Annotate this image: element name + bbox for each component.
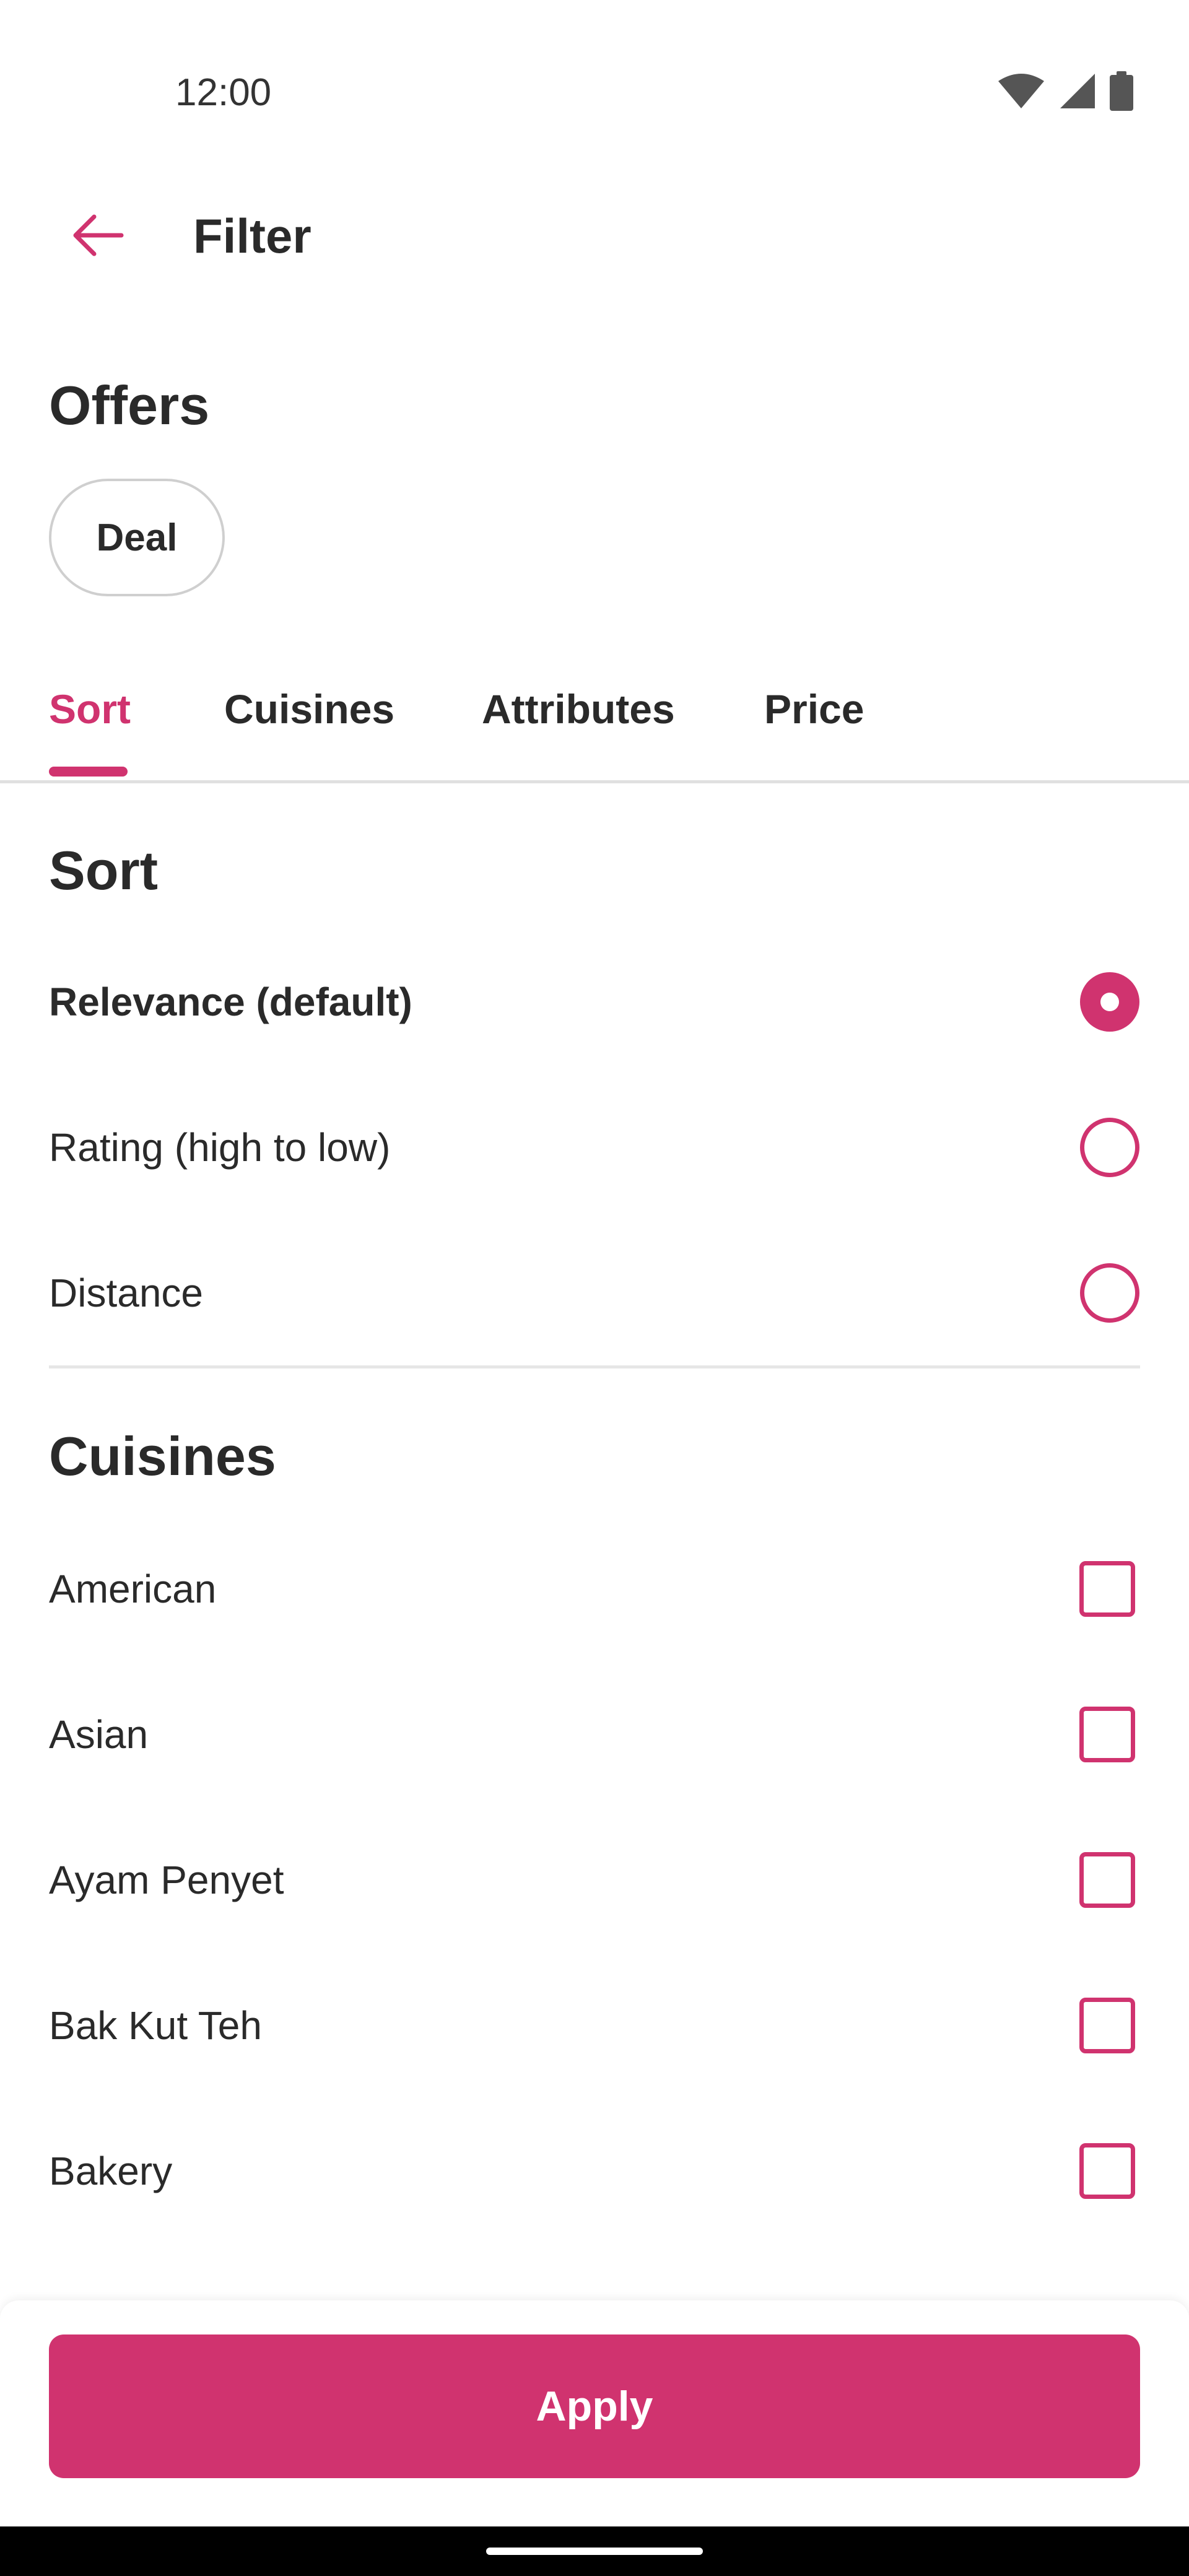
back-button[interactable]: [61, 198, 135, 272]
page-title: Filter: [193, 209, 311, 263]
checkbox[interactable]: [1079, 2143, 1135, 2199]
cuisine-option-ayam-penyet[interactable]: Ayam Penyet: [49, 1830, 1140, 1930]
cuisine-option-label: Bakery: [49, 2149, 173, 2193]
checkbox[interactable]: [1079, 1561, 1135, 1617]
cuisine-option-asian[interactable]: Asian: [49, 1685, 1140, 1784]
offers-heading: Offers: [49, 375, 210, 436]
status-icons: [997, 69, 1133, 113]
active-tab-indicator: [49, 767, 128, 777]
cuisine-option-label: Asian: [49, 1712, 149, 1757]
section-divider: [49, 1365, 1140, 1368]
tab-cuisines[interactable]: Cuisines: [224, 681, 394, 737]
radio-button-selected[interactable]: [1080, 972, 1139, 1032]
sort-option-label: Relevance (default): [49, 980, 412, 1024]
sort-option-relevance[interactable]: Relevance (default): [49, 952, 1140, 1051]
arrow-back-icon: [73, 214, 124, 256]
status-time: 12:00: [175, 71, 272, 114]
tab-divider: [0, 780, 1189, 783]
cuisine-option-label: American: [49, 1567, 217, 1611]
cuisine-option-bak-kut-teh[interactable]: Bak Kut Teh: [49, 1976, 1140, 2075]
sort-option-label: Distance: [49, 1271, 203, 1315]
cuisine-option-american[interactable]: American: [49, 1539, 1140, 1638]
radio-button[interactable]: [1080, 1263, 1139, 1323]
cuisines-heading: Cuisines: [49, 1425, 276, 1487]
tab-price[interactable]: Price: [764, 681, 864, 737]
checkbox[interactable]: [1079, 1998, 1135, 2053]
sort-heading: Sort: [49, 840, 158, 901]
cuisine-option-label: Ayam Penyet: [49, 1858, 284, 1902]
cuisine-option-label: Bak Kut Teh: [49, 2003, 262, 2048]
wifi-icon: [998, 74, 1044, 108]
tab-sort[interactable]: Sort: [49, 681, 131, 737]
sort-option-distance[interactable]: Distance: [49, 1243, 1140, 1342]
sort-option-rating[interactable]: Rating (high to low): [49, 1098, 1140, 1197]
cuisine-option-bakery[interactable]: Bakery: [49, 2121, 1140, 2221]
battery-icon: [1110, 71, 1133, 111]
tab-attributes[interactable]: Attributes: [482, 681, 675, 737]
checkbox[interactable]: [1079, 1852, 1135, 1908]
apply-button[interactable]: Apply: [49, 2334, 1140, 2478]
sort-option-label: Rating (high to low): [49, 1125, 391, 1170]
home-gesture-handle[interactable]: [486, 2548, 703, 2555]
deal-chip[interactable]: Deal: [49, 479, 225, 596]
radio-button[interactable]: [1080, 1118, 1139, 1177]
checkbox[interactable]: [1079, 1707, 1135, 1762]
cellular-signal-icon: [1060, 74, 1095, 108]
